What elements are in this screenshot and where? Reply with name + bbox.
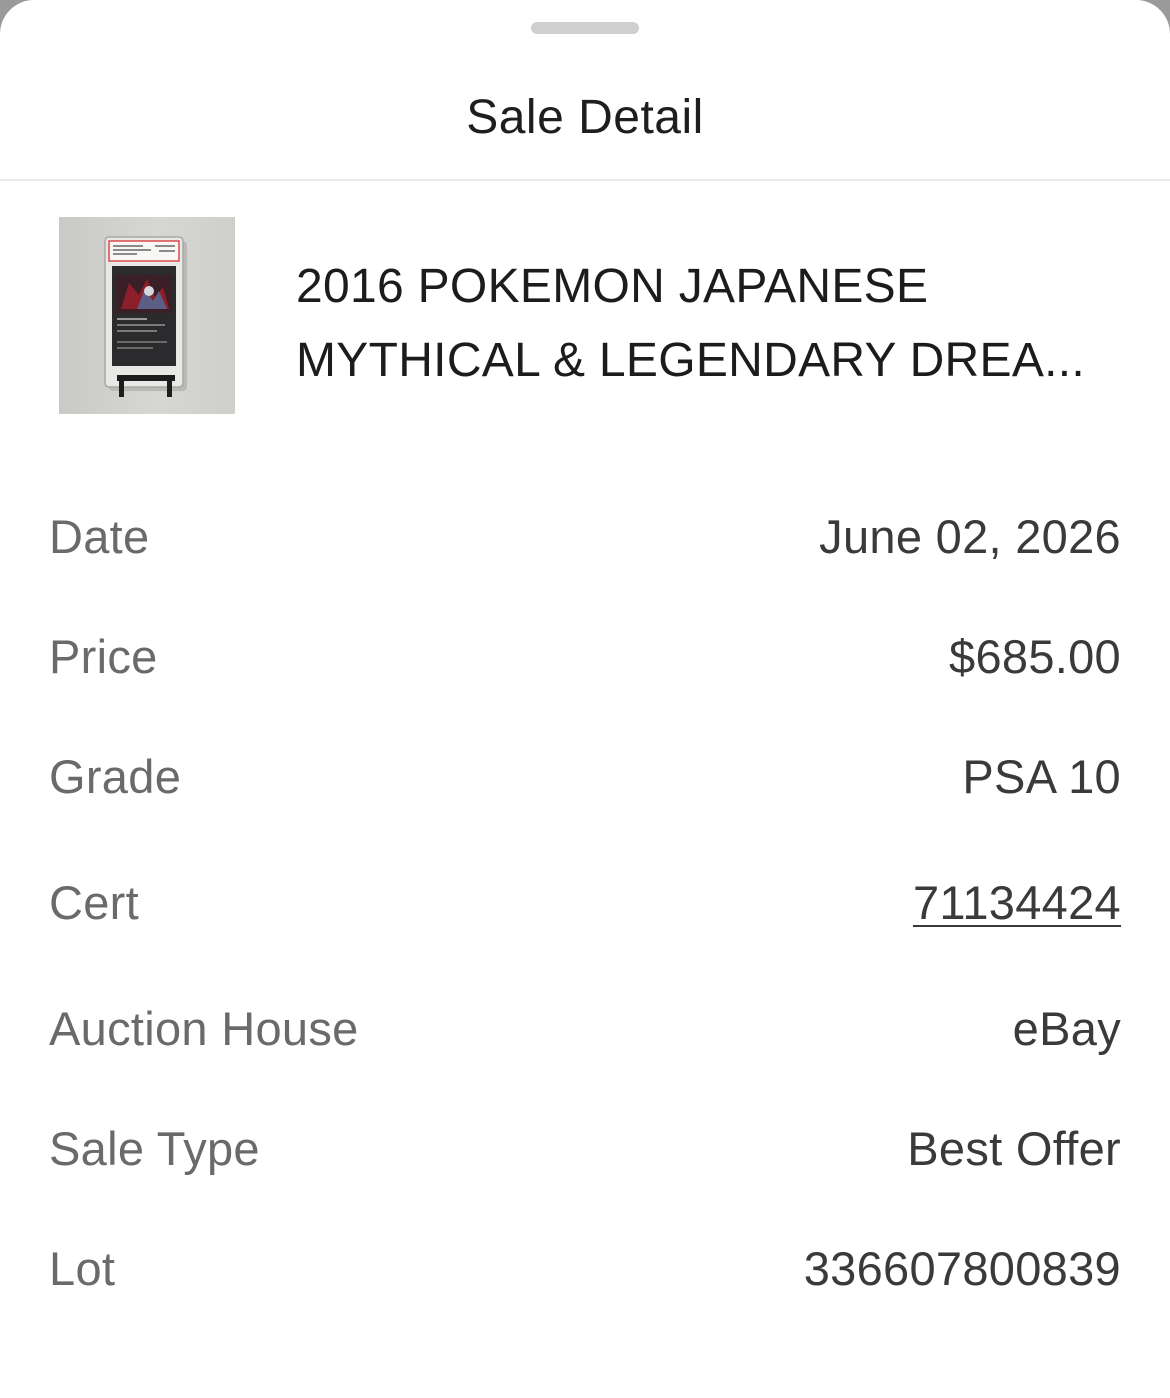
auction-house-label: Auction House — [49, 1001, 359, 1055]
sale-type-label: Sale Type — [49, 1121, 260, 1175]
sale-details-list: Date June 02, 2026 Price $685.00 Grade P… — [49, 476, 1121, 1328]
detail-row-date: Date June 02, 2026 — [49, 476, 1121, 596]
product-title[interactable]: 2016 POKEMON JAPANESE MYTHICAL & LEGENDA… — [296, 250, 1116, 398]
product-title-line-1: 2016 POKEMON JAPANESE — [296, 260, 929, 313]
graded-card-slab-image — [59, 217, 235, 414]
date-label: Date — [49, 509, 150, 563]
detail-row-grade: Grade PSA 10 — [49, 716, 1121, 836]
cert-label: Cert — [49, 875, 139, 929]
grade-value: PSA 10 — [962, 749, 1121, 803]
header-divider — [0, 179, 1170, 181]
lot-label: Lot — [49, 1241, 116, 1295]
sale-type-value: Best Offer — [907, 1121, 1121, 1175]
cert-number-link[interactable]: 71134424 — [913, 875, 1121, 930]
lot-value: 336607800839 — [803, 1241, 1121, 1295]
price-value: $685.00 — [949, 629, 1121, 683]
detail-row-auction-house: Auction House eBay — [49, 968, 1121, 1088]
grade-label: Grade — [49, 749, 182, 803]
product-title-line-2: MYTHICAL & LEGENDARY DREA... — [296, 334, 1086, 387]
sheet-grabber-handle[interactable] — [531, 22, 639, 34]
detail-row-lot: Lot 336607800839 — [49, 1208, 1121, 1328]
sheet-title: Sale Detail — [466, 91, 704, 144]
detail-row-sale-type: Sale Type Best Offer — [49, 1088, 1121, 1208]
auction-house-value: eBay — [1012, 1001, 1121, 1055]
sale-detail-sheet: Sale Detail 2016 POKEMON JAPANESE MYTHIC… — [0, 0, 1170, 1398]
date-value: June 02, 2026 — [819, 509, 1121, 563]
detail-row-cert: Cert 71134424 — [49, 836, 1121, 968]
detail-row-price: Price $685.00 — [49, 596, 1121, 716]
price-label: Price — [49, 629, 158, 683]
